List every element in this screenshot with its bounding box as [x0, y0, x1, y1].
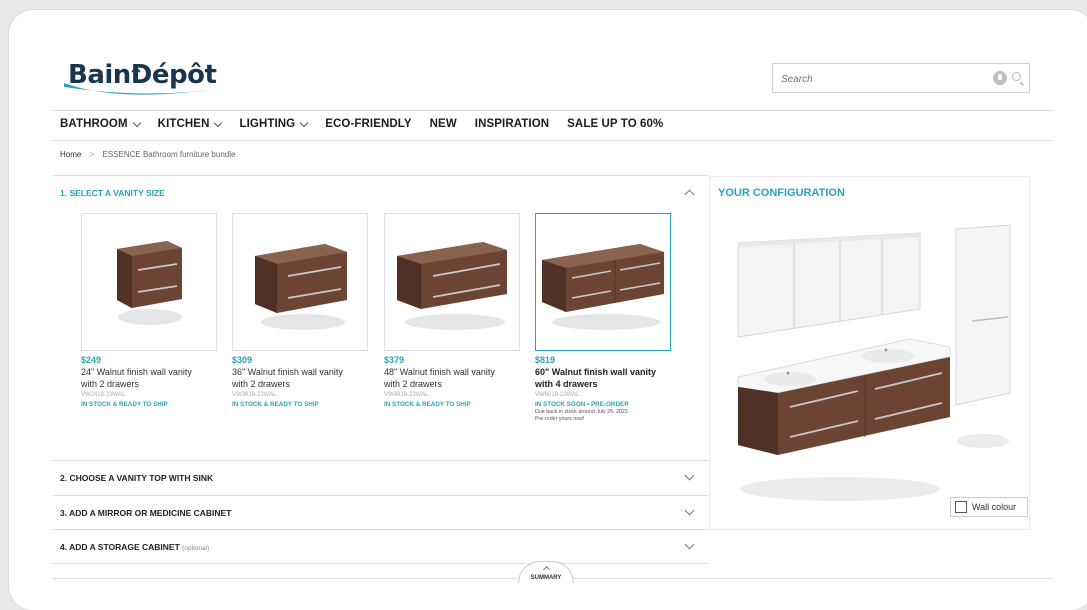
stock-status: IN STOCK & READY TO SHIP	[232, 401, 319, 408]
product-sku: VW4818-23WAL	[384, 392, 429, 398]
step-1-title[interactable]: 1. SELECT A VANITY SIZE	[60, 188, 165, 198]
search-icon[interactable]	[1012, 72, 1021, 81]
product-name: 24" Walnut finish wall vanity	[81, 367, 192, 377]
restock-note-line2: Pre-order yours now!	[535, 416, 585, 422]
product-price: $379	[384, 355, 405, 365]
stock-status: IN STOCK SOON • PRE-ORDER	[535, 401, 629, 408]
chevron-down-icon	[132, 118, 141, 127]
brand-logo[interactable]: BainDépôt	[62, 60, 232, 100]
product-card-selected[interactable]: $819 60" Walnut finish wall vanity with …	[535, 213, 671, 423]
nav-label: KITCHEN	[157, 118, 210, 130]
breadcrumb-home[interactable]: Home	[60, 150, 81, 159]
microphone-icon[interactable]	[993, 71, 1007, 85]
product-image[interactable]	[81, 213, 217, 351]
nav-label: NEW	[429, 118, 457, 130]
search-input[interactable]	[779, 65, 983, 93]
product-sku: VW6018-23WAL	[535, 392, 580, 398]
wall-colour-toggle[interactable]: Wall colour	[950, 497, 1028, 517]
product-name-line2: with 2 drawers	[232, 379, 291, 389]
nav-label: SALE UP TO 60%	[567, 118, 664, 130]
product-image[interactable]	[232, 213, 368, 351]
product-card[interactable]: $309 36" Walnut finish wall vanity with …	[232, 213, 368, 409]
product-name: 36" Walnut finish wall vanity	[232, 367, 343, 377]
chevron-up-icon	[542, 565, 550, 574]
step-divider	[53, 563, 708, 564]
vanity-48-image	[397, 242, 507, 330]
product-name: 48" Walnut finish wall vanity	[384, 367, 495, 377]
step-divider	[53, 495, 708, 496]
product-name: 60" Walnut finish wall vanity	[535, 367, 656, 377]
product-image[interactable]	[535, 213, 671, 351]
breadcrumb: Home > ESSENCE Bathroom furniture bundle	[60, 150, 235, 159]
breadcrumb-separator: >	[89, 150, 95, 159]
product-name-line2: with 2 drawers	[384, 379, 443, 389]
step-2-title[interactable]: 2. CHOOSE A VANITY TOP WITH SINK	[60, 473, 213, 483]
nav-item-inspiration[interactable]: INSPIRATION	[475, 118, 549, 130]
nav-divider	[53, 140, 1053, 141]
configuration-preview-image	[737, 224, 1011, 501]
product-sku: VW2418-23WAL	[81, 392, 126, 398]
vanity-24-image	[117, 241, 182, 325]
product-image[interactable]	[384, 213, 520, 351]
product-name-line2: with 4 drawers	[535, 379, 598, 389]
vanity-60-image	[542, 244, 664, 330]
summary-label: SUMMARY	[530, 575, 562, 581]
chevron-down-icon	[214, 118, 223, 127]
configuration-title: YOUR CONFIGURATION	[718, 187, 845, 199]
nav-item-eco-friendly[interactable]: ECO-FRIENDLY	[325, 118, 411, 130]
step-3-title[interactable]: 3. ADD A MIRROR OR MEDICINE CABINET	[60, 508, 231, 518]
product-price: $819	[535, 355, 556, 365]
breadcrumb-current: ESSENCE Bathroom furniture bundle	[102, 150, 236, 159]
nav-item-kitchen[interactable]: KITCHEN	[157, 118, 223, 130]
step-divider	[53, 529, 708, 530]
wall-colour-label: Wall colour	[972, 502, 1017, 512]
nav-label: ECO-FRIENDLY	[325, 118, 412, 130]
nav-item-lighting[interactable]: LIGHTING	[239, 118, 309, 130]
restock-note: Due back in stock around July 26, 2023.	[535, 409, 630, 415]
main-nav: BATHROOM KITCHEN LIGHTING ECO-FRIENDLY N…	[60, 116, 681, 132]
search-box[interactable]	[772, 63, 1030, 93]
nav-label: INSPIRATION	[474, 118, 550, 130]
step-4-title[interactable]: 4. ADD A STORAGE CABINET (optional)	[60, 542, 209, 552]
wall-colour-checkbox[interactable]	[955, 501, 967, 513]
nav-item-bathroom[interactable]: BATHROOM	[60, 118, 141, 130]
nav-label: BATHROOM	[60, 118, 128, 130]
vanity-36-image	[255, 244, 347, 330]
product-price: $249	[81, 355, 102, 365]
chevron-down-icon	[299, 118, 309, 127]
product-price: $309	[232, 355, 253, 365]
nav-label: LIGHTING	[239, 118, 296, 130]
step-divider	[53, 175, 708, 176]
configuration-panel	[709, 176, 1030, 530]
optional-label: (optional)	[182, 545, 210, 552]
product-card[interactable]: $379 48" Walnut finish wall vanity with …	[384, 213, 520, 409]
stock-status: IN STOCK & READY TO SHIP	[384, 401, 471, 408]
nav-item-sale[interactable]: SALE UP TO 60%	[567, 118, 663, 130]
brand-wave-icon	[64, 66, 230, 95]
nav-item-new[interactable]: NEW	[430, 118, 457, 130]
product-sku: VW3618-23WAL	[232, 392, 277, 398]
step-4-label: 4. ADD A STORAGE CABINET	[60, 542, 180, 552]
product-card[interactable]: $249 24" Walnut finish wall vanity with …	[81, 213, 217, 409]
step-divider	[53, 460, 708, 461]
stock-status: IN STOCK & READY TO SHIP	[81, 401, 168, 408]
product-name-line2: with 2 drawers	[81, 379, 140, 389]
header-divider	[53, 110, 1053, 111]
